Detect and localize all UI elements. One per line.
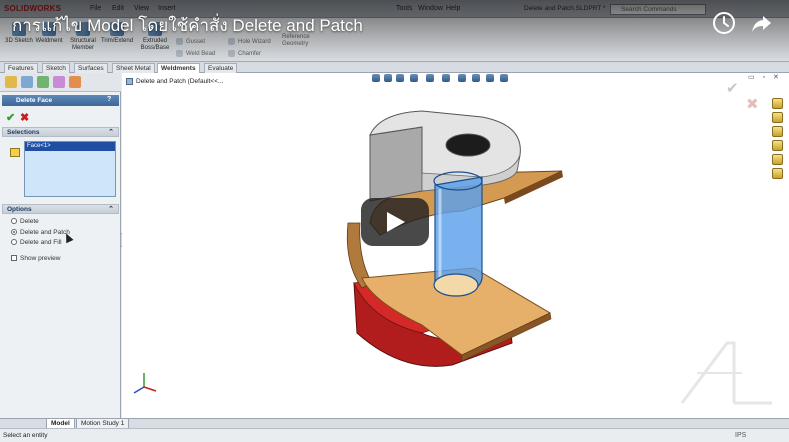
document-title: Delete and Patch.SLDPRT * (524, 5, 606, 12)
collapse-chevron-icon[interactable]: ⌃ (108, 205, 114, 215)
watermark-logo (680, 341, 772, 405)
menu-insert[interactable]: Insert (158, 5, 176, 12)
dimxpert-tab-icon[interactable] (53, 76, 65, 88)
cylinder-bottom-edge (433, 273, 479, 297)
menu-tools[interactable]: Tools (396, 5, 412, 12)
menu-file[interactable]: File (90, 5, 101, 12)
selected-face-item[interactable]: Face<1> (25, 142, 115, 151)
menu-view[interactable]: View (134, 5, 149, 12)
command-tabs: Features Sketch Surfaces Sheet Metal Wel… (0, 62, 789, 73)
chamfer-button[interactable]: Chamfer (228, 50, 261, 57)
display-manager-tab-icon[interactable] (69, 76, 81, 88)
play-icon (387, 212, 405, 232)
bottom-tabs: Model Motion Study 1 (0, 418, 789, 429)
weld-bead-icon (176, 50, 183, 57)
property-manager-tab-icon[interactable] (21, 76, 33, 88)
coordinate-triad-icon (133, 373, 157, 394)
menu-edit[interactable]: Edit (112, 5, 124, 12)
status-bar: Select an entity IPS (0, 428, 789, 442)
option-delete-and-fill[interactable]: Delete and Fill (11, 239, 62, 246)
status-message: Select an entity (3, 432, 48, 439)
property-manager-pane: Delete Face ? ✔ ✖ Selections ⌃ Face<1> Op… (0, 73, 121, 418)
chamfer-icon (228, 50, 235, 57)
graphics-area[interactable]: Delete and Patch (Default<<... ▭ ▫ ✕ ✔ ✖ (122, 73, 789, 418)
ok-button[interactable]: ✔ (6, 111, 15, 124)
radio-selected-icon[interactable] (11, 229, 17, 236)
hole-wizard-icon (228, 38, 235, 45)
weld-bead-button[interactable]: Weld Bead (176, 50, 215, 57)
options-section-header[interactable]: Options ⌃ (2, 204, 119, 214)
tab-features[interactable]: Features (4, 63, 38, 73)
gusset-icon (176, 38, 183, 45)
radio-icon[interactable] (11, 239, 17, 246)
selections-section-header[interactable]: Selections ⌃ (2, 127, 119, 137)
play-button[interactable] (361, 198, 429, 246)
share-arrow-icon[interactable] (750, 12, 772, 34)
gusset-button[interactable]: Gusset (176, 38, 205, 45)
checkbox-icon[interactable] (11, 255, 17, 262)
tab-surfaces[interactable]: Surfaces (74, 63, 108, 73)
option-delete[interactable]: Delete (11, 218, 39, 225)
cancel-button[interactable]: ✖ (20, 111, 29, 124)
manager-tabs (0, 73, 121, 92)
video-title[interactable]: การแก้ไข Model โดยใช้คำสั่ง Delete and P… (12, 12, 363, 39)
tab-weldments[interactable]: Weldments (157, 63, 200, 73)
model-top-hole[interactable] (445, 133, 491, 157)
unit-system[interactable]: IPS (735, 432, 746, 439)
clock-icon[interactable] (713, 12, 735, 34)
property-manager-title: Delete Face (2, 95, 119, 106)
option-delete-and-patch[interactable]: Delete and Patch (11, 229, 70, 236)
feature-manager-tab-icon[interactable] (5, 76, 17, 88)
tab-evaluate[interactable]: Evaluate (204, 63, 238, 73)
search-commands-input[interactable]: Search Commands (610, 4, 706, 15)
menu-help[interactable]: Help (446, 5, 460, 12)
3d-model-view[interactable] (122, 73, 789, 418)
hole-wizard-button[interactable]: Hole Wizard (228, 38, 271, 45)
configuration-manager-tab-icon[interactable] (37, 76, 49, 88)
face-selection-icon (10, 148, 20, 157)
tab-sketch[interactable]: Sketch (42, 63, 70, 73)
collapse-chevron-icon[interactable]: ⌃ (108, 128, 114, 138)
radio-icon[interactable] (11, 218, 17, 225)
model-gray-side[interactable] (369, 126, 423, 202)
help-icon[interactable]: ? (107, 96, 111, 103)
show-preview-checkbox[interactable]: Show preview (11, 255, 60, 262)
menu-window[interactable]: Window (418, 5, 443, 12)
tab-sheet-metal[interactable]: Sheet Metal (112, 63, 155, 73)
